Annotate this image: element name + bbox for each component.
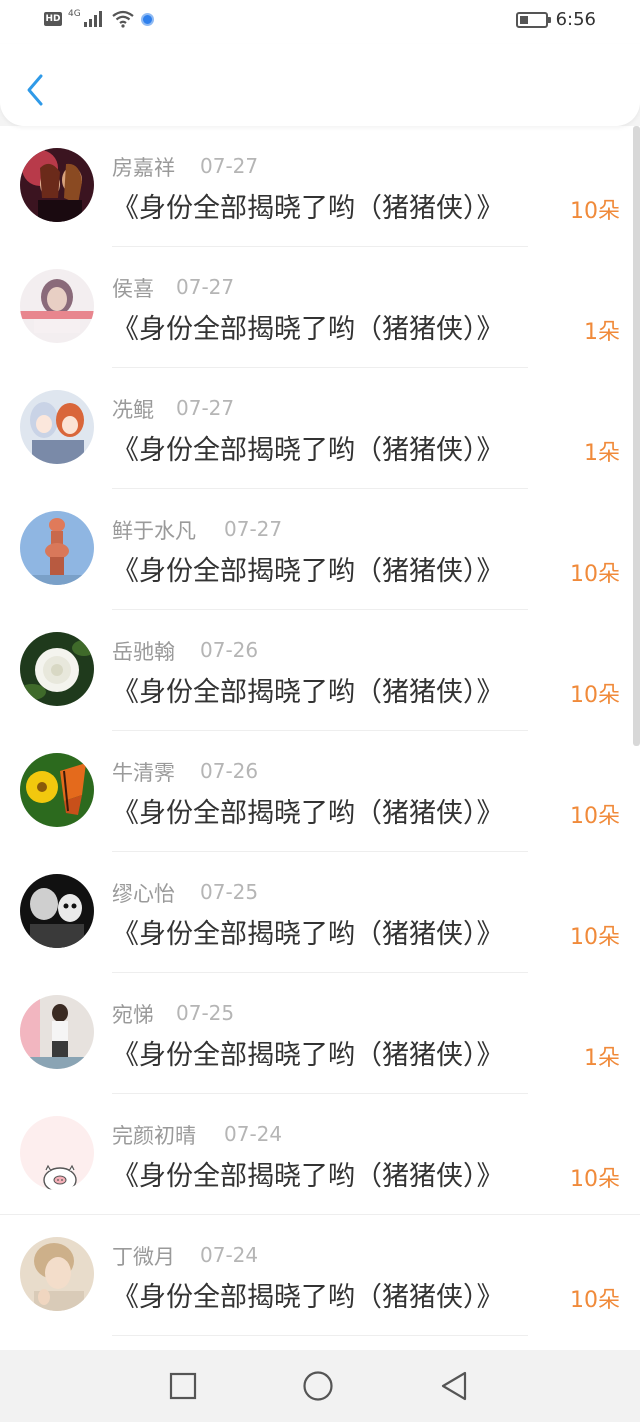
date: 07-25 [200,880,259,904]
avatar[interactable] [20,269,94,343]
user-name: 鲜于水凡 [112,519,196,543]
gift-amount: 10朵 [570,925,620,950]
user-name: 岳驰翰 [112,640,175,664]
avatar[interactable] [20,1237,94,1311]
gift-amount: 10朵 [570,562,620,587]
date: 07-27 [224,517,283,541]
back-button[interactable] [20,70,50,110]
gift-list[interactable]: 房嘉祥 07-27 《身份全部揭晓了哟（猪猪侠）》 10朵 侯喜 07-27 《… [0,126,640,1350]
recent-apps-button[interactable] [167,1370,199,1402]
list-item[interactable]: 鲜于水凡 07-27 《身份全部揭晓了哟（猪猪侠）》 10朵 [0,489,640,610]
list-item[interactable]: 宛悌 07-25 《身份全部揭晓了哟（猪猪侠）》 1朵 [0,973,640,1094]
user-name: 冼鲲 [112,398,154,422]
chevron-left-icon [27,74,43,106]
story-title: 《身份全部揭晓了哟（猪猪侠）》 [112,919,504,950]
user-name: 完颜初晴 [112,1124,196,1148]
date: 07-25 [176,1001,235,1025]
story-title: 《身份全部揭晓了哟（猪猪侠）》 [112,556,504,587]
date: 07-27 [200,154,259,178]
system-back-button[interactable] [438,1370,470,1402]
date: 07-27 [176,396,235,420]
gift-amount: 10朵 [570,1167,620,1192]
avatar[interactable] [20,511,94,585]
list-item[interactable]: 房嘉祥 07-27 《身份全部揭晓了哟（猪猪侠）》 10朵 [0,126,640,247]
status-right: 6:56 [515,9,596,30]
avatar[interactable] [20,632,94,706]
story-title: 《身份全部揭晓了哟（猪猪侠）》 [112,798,504,829]
date: 07-24 [200,1243,259,1267]
story-title: 《身份全部揭晓了哟（猪猪侠）》 [112,1161,504,1192]
hd-badge: HD [44,12,62,26]
status-left: HD 4G [44,9,154,28]
avatar[interactable] [20,874,94,948]
wifi-icon [112,10,134,28]
user-name: 侯喜 [112,277,154,301]
status-bar: HD 4G 6:56 [0,0,640,44]
user-name: 缪心怡 [112,882,175,906]
story-title: 《身份全部揭晓了哟（猪猪侠）》 [112,1282,504,1313]
gift-amount: 1朵 [584,441,620,466]
gift-amount: 10朵 [570,199,620,224]
list-item[interactable]: 丁微月 07-24 《身份全部揭晓了哟（猪猪侠）》 10朵 [0,1215,640,1336]
avatar[interactable] [20,390,94,464]
date: 07-26 [200,759,259,783]
user-name: 牛清霁 [112,761,175,785]
network-type: 4G [68,9,81,19]
story-title: 《身份全部揭晓了哟（猪猪侠）》 [112,314,504,345]
list-item[interactable]: 冼鲲 07-27 《身份全部揭晓了哟（猪猪侠）》 1朵 [0,368,640,489]
avatar[interactable] [20,995,94,1069]
avatar[interactable] [20,148,94,222]
story-title: 《身份全部揭晓了哟（猪猪侠）》 [112,193,504,224]
gift-amount: 1朵 [584,1046,620,1071]
app-notification-icon [140,12,154,26]
list-item[interactable]: 岳驰翰 07-26 《身份全部揭晓了哟（猪猪侠）》 10朵 [0,610,640,731]
list-item[interactable]: 完颜初晴 07-24 《身份全部揭晓了哟（猪猪侠）》 10朵 [0,1094,640,1215]
home-button[interactable] [302,1370,334,1402]
circle-icon [303,1371,333,1401]
divider [112,1335,528,1336]
date: 07-26 [200,638,259,662]
gift-amount: 10朵 [570,683,620,708]
battery-icon [515,11,551,28]
clock: 6:56 [555,9,596,30]
date: 07-27 [176,275,235,299]
scrollbar[interactable] [633,126,640,746]
square-icon [169,1372,197,1400]
story-title: 《身份全部揭晓了哟（猪猪侠）》 [112,1040,504,1071]
avatar[interactable] [20,753,94,827]
avatar[interactable] [20,1116,94,1190]
triangle-back-icon [441,1371,467,1401]
gift-amount: 10朵 [570,804,620,829]
user-name: 宛悌 [112,1003,154,1027]
user-name: 房嘉祥 [112,156,175,180]
header [0,44,640,126]
gift-amount: 10朵 [570,1288,620,1313]
list-item[interactable]: 缪心怡 07-25 《身份全部揭晓了哟（猪猪侠）》 10朵 [0,852,640,973]
system-nav-bar [0,1350,640,1422]
signal-icon [83,11,102,27]
gift-amount: 1朵 [584,320,620,345]
story-title: 《身份全部揭晓了哟（猪猪侠）》 [112,677,504,708]
user-name: 丁微月 [112,1245,175,1269]
date: 07-24 [224,1122,283,1146]
story-title: 《身份全部揭晓了哟（猪猪侠）》 [112,435,504,466]
list-item[interactable]: 侯喜 07-27 《身份全部揭晓了哟（猪猪侠）》 1朵 [0,247,640,368]
list-item[interactable]: 牛清霁 07-26 《身份全部揭晓了哟（猪猪侠）》 10朵 [0,731,640,852]
